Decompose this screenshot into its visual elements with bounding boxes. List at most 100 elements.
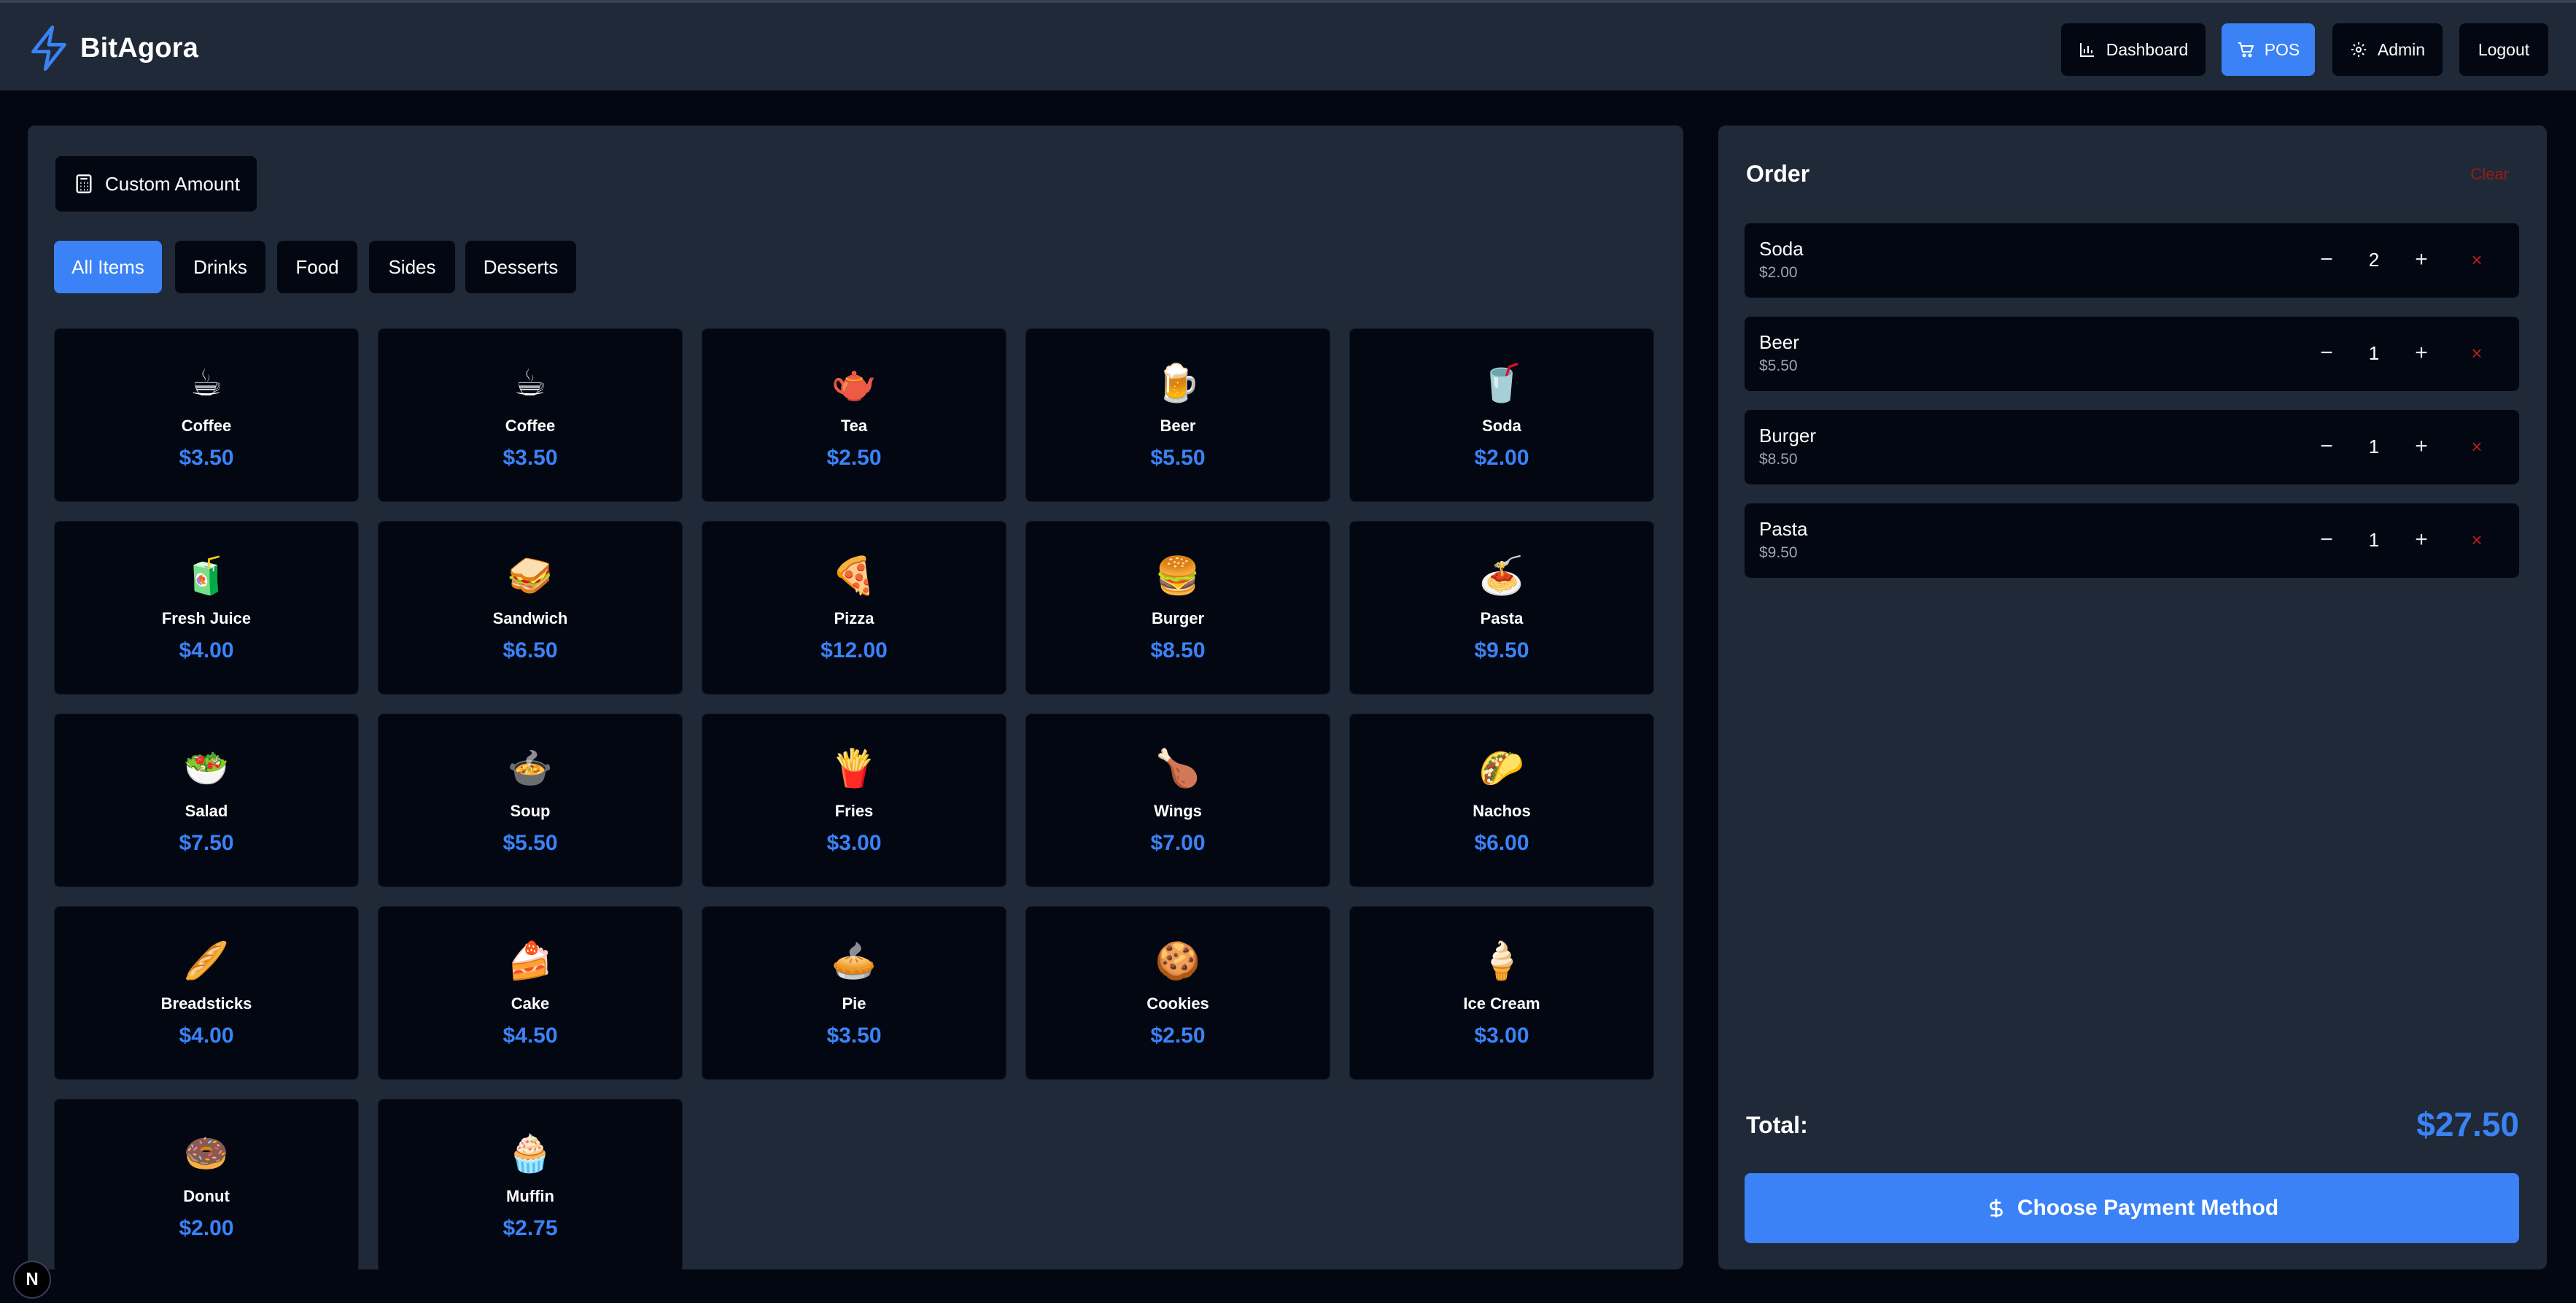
remove-item-button[interactable]: × (2462, 337, 2491, 369)
nav-admin-label: Admin (2377, 39, 2426, 59)
brand[interactable]: BitAgora (28, 25, 198, 71)
custom-amount-button[interactable]: Custom Amount (55, 156, 257, 212)
product-card[interactable]: 🍟 Fries $3.00 (702, 714, 1006, 887)
product-name: Muffin (506, 1187, 554, 1205)
product-card[interactable]: 🫖 Tea $2.50 (702, 328, 1006, 502)
product-name: Burger (1151, 609, 1205, 627)
product-name: Cake (511, 994, 550, 1013)
increase-quantity-button[interactable]: + (2407, 337, 2436, 369)
choose-payment-button[interactable]: Choose Payment Method (1745, 1173, 2519, 1243)
order-item-name: Beer (1759, 331, 1799, 353)
increase-quantity-button[interactable]: + (2407, 524, 2436, 556)
decrease-quantity-button[interactable]: − (2312, 524, 2341, 556)
nav-admin-button[interactable]: Admin (2332, 23, 2443, 76)
product-name: Wings (1154, 802, 1202, 820)
product-price: $9.50 (1474, 638, 1529, 662)
product-emoji-icon: 🍔 (1155, 554, 1201, 597)
dollar-icon (1989, 1199, 2003, 1218)
product-price: $3.50 (179, 446, 234, 470)
product-emoji-icon: 🍕 (831, 554, 877, 597)
nav-dashboard-button[interactable]: Dashboard (2061, 23, 2205, 76)
product-card[interactable]: 🍲 Soup $5.50 (378, 714, 683, 887)
product-card[interactable]: ☕ Coffee $3.50 (54, 328, 359, 502)
order-item-name: Burger (1759, 425, 1817, 446)
product-card[interactable]: 🍝 Pasta $9.50 (1349, 521, 1654, 695)
product-name: Pizza (834, 609, 874, 627)
product-emoji-icon: 🧁 (507, 1132, 554, 1175)
product-card[interactable]: 🌮 Nachos $6.00 (1349, 714, 1654, 887)
category-food[interactable]: Food (277, 241, 357, 293)
product-emoji-icon: 🥪 (507, 554, 554, 597)
product-grid-scroll[interactable]: ☕ Coffee $3.50 ☕ Coffee $3.50 🫖 Tea $2.50 🍺 Beer $5… (54, 328, 1659, 1269)
product-price: $3.50 (826, 1024, 882, 1048)
product-name: Beer (1160, 417, 1196, 435)
products-panel: Custom Amount All Items Drinks Food Side… (28, 125, 1683, 1269)
product-card[interactable]: 🥖 Breadsticks $4.00 (54, 906, 359, 1080)
decrease-quantity-button[interactable]: − (2312, 337, 2341, 369)
product-card[interactable]: 🍰 Cake $4.50 (378, 906, 683, 1080)
product-name: Coffee (181, 417, 232, 435)
product-price: $3.00 (826, 831, 882, 855)
increase-quantity-button[interactable]: + (2407, 244, 2436, 276)
lightning-icon (31, 26, 66, 71)
remove-item-button[interactable]: × (2462, 430, 2491, 463)
product-card[interactable]: 🥪 Sandwich $6.50 (378, 521, 683, 695)
category-drinks[interactable]: Drinks (175, 241, 265, 293)
product-card[interactable]: 🍪 Cookies $2.50 (1025, 906, 1330, 1080)
product-card[interactable]: 🍗 Wings $7.00 (1025, 714, 1330, 887)
product-emoji-icon: 🌮 (1478, 747, 1525, 789)
product-emoji-icon: 🍟 (831, 747, 877, 789)
product-price: $4.50 (503, 1024, 558, 1048)
category-all-items[interactable]: All Items (54, 241, 162, 293)
remove-item-button[interactable]: × (2462, 524, 2491, 556)
product-card[interactable]: 🥤 Soda $2.00 (1349, 328, 1654, 502)
product-emoji-icon: 🍲 (507, 747, 554, 789)
order-item-price: $5.50 (1759, 357, 1798, 374)
product-name: Cookies (1147, 994, 1209, 1013)
product-emoji-icon: 🍰 (507, 940, 554, 982)
order-item: Beer $5.50 − 1 + × (1745, 317, 2519, 391)
total-value: $27.50 (2416, 1105, 2519, 1143)
product-name: Breadsticks (160, 994, 252, 1013)
cart-icon (2238, 42, 2254, 58)
product-price: $5.50 (503, 831, 558, 855)
clear-order-button[interactable]: Clear (2470, 165, 2509, 184)
decrease-quantity-button[interactable]: − (2312, 244, 2341, 276)
dev-tools-badge[interactable]: N (13, 1261, 51, 1299)
product-card[interactable]: 🧁 Muffin $2.75 (378, 1099, 683, 1269)
category-sides[interactable]: Sides (369, 241, 455, 293)
product-name: Soup (510, 802, 551, 820)
product-name: Pasta (1480, 609, 1524, 627)
product-card[interactable]: 🥧 Pie $3.50 (702, 906, 1006, 1080)
order-item-price: $9.50 (1759, 544, 1798, 561)
product-price: $7.50 (179, 831, 234, 855)
product-card[interactable]: 🍩 Donut $2.00 (54, 1099, 359, 1269)
order-item-price: $8.50 (1759, 451, 1798, 468)
product-price: $3.50 (503, 446, 558, 470)
nav-pos-button[interactable]: POS (2222, 23, 2315, 76)
increase-quantity-button[interactable]: + (2407, 430, 2436, 463)
nav-logout-button[interactable]: Logout (2459, 23, 2548, 76)
product-card[interactable]: 🍕 Pizza $12.00 (702, 521, 1006, 695)
product-card[interactable]: 🧃 Fresh Juice $4.00 (54, 521, 359, 695)
product-card[interactable]: ☕ Coffee $3.50 (378, 328, 683, 502)
order-item: Pasta $9.50 − 1 + × (1745, 503, 2519, 578)
category-desserts[interactable]: Desserts (465, 241, 576, 293)
product-emoji-icon: ☕ (513, 362, 547, 404)
remove-item-button[interactable]: × (2462, 244, 2491, 276)
product-emoji-icon: 🥗 (183, 747, 230, 789)
calculator-icon (76, 174, 92, 193)
order-list: Soda $2.00 − 2 + × Beer $5.50 − 1 + × Burger $8.50 − 1 +… (1745, 223, 2519, 597)
product-card[interactable]: 🍺 Beer $5.50 (1025, 328, 1330, 502)
product-price: $2.00 (1474, 446, 1529, 470)
product-card[interactable]: 🍦 Ice Cream $3.00 (1349, 906, 1654, 1080)
product-name: Fresh Juice (161, 609, 252, 627)
product-card[interactable]: 🥗 Salad $7.50 (54, 714, 359, 887)
choose-payment-label: Choose Payment Method (2017, 1196, 2279, 1220)
product-price: $12.00 (820, 638, 888, 662)
product-price: $7.00 (1150, 831, 1206, 855)
product-price: $8.50 (1150, 638, 1206, 662)
decrease-quantity-button[interactable]: − (2312, 430, 2341, 463)
product-card[interactable]: 🍔 Burger $8.50 (1025, 521, 1330, 695)
product-emoji-icon: 🍩 (183, 1132, 230, 1175)
